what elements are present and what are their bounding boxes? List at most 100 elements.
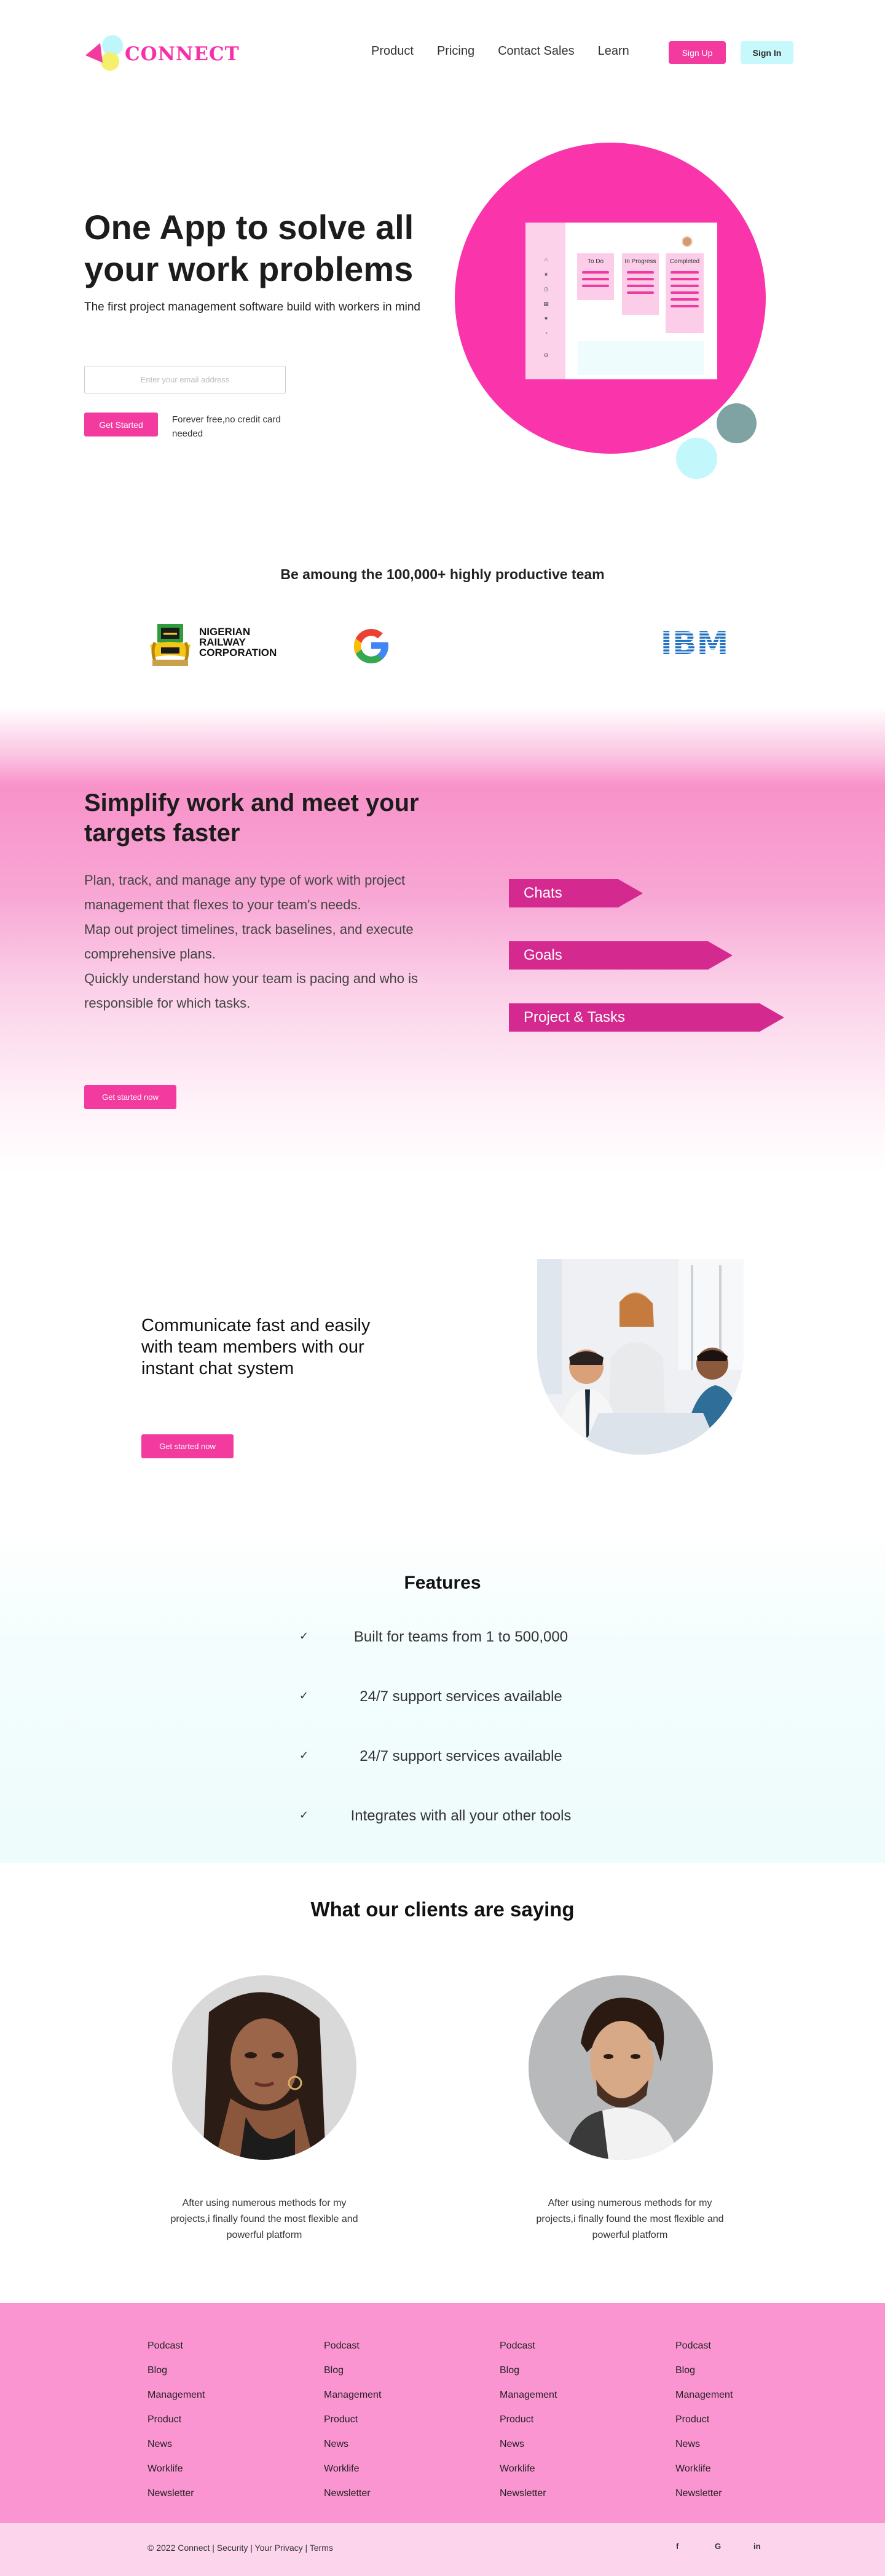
sign-up-button[interactable]: Sign Up xyxy=(669,41,726,64)
nrc-text-line: RAILWAY xyxy=(199,636,246,648)
task-bar xyxy=(671,291,699,294)
features-section: Features ✓ Built for teams from 1 to 500… xyxy=(0,1525,885,1863)
footer-link-podcast[interactable]: Podcast xyxy=(148,2340,205,2365)
main-nav: Product Pricing Contact Sales Learn xyxy=(371,44,629,58)
sign-in-button[interactable]: Sign In xyxy=(741,41,793,64)
task-bar xyxy=(671,305,699,307)
footer-link-blog[interactable]: Blog xyxy=(324,2365,381,2389)
clock-icon: ◷ xyxy=(543,286,549,292)
task-bar xyxy=(627,271,654,274)
task-bar xyxy=(671,298,699,301)
footer-link-news[interactable]: News xyxy=(675,2438,733,2463)
feature-item: ✓ Integrates with all your other tools xyxy=(0,1804,885,1828)
app-preview-sidebar: ⌂ ★ ◷ ▦ ♥ ◔ ⚙ xyxy=(525,223,565,379)
nrc-logo-text: NIGERIAN RAILWAY CORPORATION xyxy=(199,626,277,658)
board-column-todo: To Do xyxy=(577,253,614,300)
board-column-title: Completed xyxy=(669,258,700,265)
copyright-text[interactable]: © 2022 Connect | Security | Your Privacy… xyxy=(148,2543,333,2553)
app-preview-panel xyxy=(578,341,704,375)
footer-link-newsletter[interactable]: Newsletter xyxy=(148,2487,205,2512)
footer-bottom-bar: © 2022 Connect | Security | Your Privacy… xyxy=(0,2523,885,2576)
footer-link-newsletter[interactable]: Newsletter xyxy=(324,2487,381,2512)
hero-subtitle: The first project management software bu… xyxy=(84,301,421,314)
footer-link-management[interactable]: Management xyxy=(324,2389,381,2414)
decor-teal-dot xyxy=(717,403,757,443)
footer-link-podcast[interactable]: Podcast xyxy=(500,2340,557,2365)
email-input[interactable] xyxy=(84,366,286,393)
task-bar xyxy=(627,278,654,280)
communicate-get-started-button[interactable]: Get started now xyxy=(141,1434,234,1458)
footer-link-newsletter[interactable]: Newsletter xyxy=(675,2487,733,2512)
feature-text: 24/7 support services available xyxy=(360,1688,562,1705)
tag-chats: Chats xyxy=(509,879,643,907)
ibm-logo-text: IBM xyxy=(661,627,729,658)
footer-column: Podcast Blog Management Product News Wor… xyxy=(500,2340,557,2512)
brand-logo[interactable]: CONNECT xyxy=(84,32,239,75)
linkedin-icon[interactable]: in xyxy=(753,2542,761,2551)
footer-link-blog[interactable]: Blog xyxy=(148,2365,205,2389)
footer-link-news[interactable]: News xyxy=(324,2438,381,2463)
nav-contact-sales[interactable]: Contact Sales xyxy=(498,44,575,58)
heart-icon: ♥ xyxy=(544,315,548,322)
feature-item: ✓ 24/7 support services available xyxy=(0,1744,885,1769)
footer-link-worklife[interactable]: Worklife xyxy=(148,2463,205,2487)
nav-product[interactable]: Product xyxy=(371,44,414,58)
simplify-section: Simplify work and meet your targets fast… xyxy=(0,707,885,1174)
nav-learn[interactable]: Learn xyxy=(598,44,629,58)
board-column-title: In Progress xyxy=(624,258,656,265)
get-started-button[interactable]: Get Started xyxy=(84,413,158,437)
feature-item: ✓ Built for teams from 1 to 500,000 xyxy=(0,1625,885,1650)
task-bar xyxy=(671,285,699,287)
footer-column: Podcast Blog Management Product News Wor… xyxy=(675,2340,733,2512)
footer-link-worklife[interactable]: Worklife xyxy=(324,2463,381,2487)
grid-icon: ▦ xyxy=(543,301,549,307)
simplify-paragraph: Map out project timelines, track baselin… xyxy=(84,922,414,962)
footer-link-news[interactable]: News xyxy=(148,2438,205,2463)
footer-link-news[interactable]: News xyxy=(500,2438,557,2463)
clients-title: What our clients are saying xyxy=(310,1898,575,1921)
task-bar xyxy=(671,278,699,280)
task-bar xyxy=(582,271,609,274)
task-bar xyxy=(582,278,609,280)
simplify-get-started-button[interactable]: Get started now xyxy=(84,1085,176,1109)
decor-cyan-dot xyxy=(676,438,717,479)
board-column-completed: Completed xyxy=(666,253,704,333)
footer-link-product[interactable]: Product xyxy=(148,2414,205,2438)
footer-link-podcast[interactable]: Podcast xyxy=(324,2340,381,2365)
task-bar xyxy=(627,291,654,294)
footer-link-podcast[interactable]: Podcast xyxy=(675,2340,733,2365)
footer-link-blog[interactable]: Blog xyxy=(675,2365,733,2389)
simplify-paragraph: Plan, track, and manage any type of work… xyxy=(84,872,406,912)
client-photo-woman xyxy=(172,1975,356,2160)
hero-title: One App to solve all your work problems xyxy=(84,208,414,288)
nav-pricing[interactable]: Pricing xyxy=(437,44,474,58)
footer-link-worklife[interactable]: Worklife xyxy=(500,2463,557,2487)
feature-text: Integrates with all your other tools xyxy=(350,1808,572,1824)
footer-link-product[interactable]: Product xyxy=(500,2414,557,2438)
logo-text: CONNECT xyxy=(125,43,240,65)
footer-link-newsletter[interactable]: Newsletter xyxy=(500,2487,557,2512)
simplify-paragraph: Quickly understand how your team is paci… xyxy=(84,971,418,1011)
feature-item: ✓ 24/7 support services available xyxy=(0,1685,885,1709)
footer-column: Podcast Blog Management Product News Wor… xyxy=(324,2340,381,2512)
footer-link-management[interactable]: Management xyxy=(675,2389,733,2414)
footer-link-management[interactable]: Management xyxy=(148,2389,205,2414)
footer-link-blog[interactable]: Blog xyxy=(500,2365,557,2389)
bell-icon: ◔ xyxy=(544,330,548,336)
footer-link-product[interactable]: Product xyxy=(675,2414,733,2438)
footer-link-management[interactable]: Management xyxy=(500,2389,557,2414)
feature-text: 24/7 support services available xyxy=(360,1748,562,1764)
team-meeting-photo xyxy=(537,1259,744,1455)
client-quote: After using numerous methods for my proj… xyxy=(536,2198,724,2240)
nigerian-railway-corporation-logo: NIGERIAN RAILWAY CORPORATION xyxy=(146,618,294,673)
google-icon[interactable]: G xyxy=(715,2542,721,2551)
tag-project-tasks: Project & Tasks xyxy=(509,1003,784,1032)
site-footer: Podcast Blog Management Product News Wor… xyxy=(0,2303,885,2523)
footer-column: Podcast Blog Management Product News Wor… xyxy=(148,2340,205,2512)
app-preview-avatar xyxy=(682,236,693,247)
footer-link-worklife[interactable]: Worklife xyxy=(675,2463,733,2487)
team-title: Be amoung the 100,000+ highly productive… xyxy=(280,566,605,582)
communicate-text: Communicate fast and easily with team me… xyxy=(141,1316,371,1378)
facebook-icon[interactable]: f xyxy=(676,2542,678,2551)
footer-link-product[interactable]: Product xyxy=(324,2414,381,2438)
